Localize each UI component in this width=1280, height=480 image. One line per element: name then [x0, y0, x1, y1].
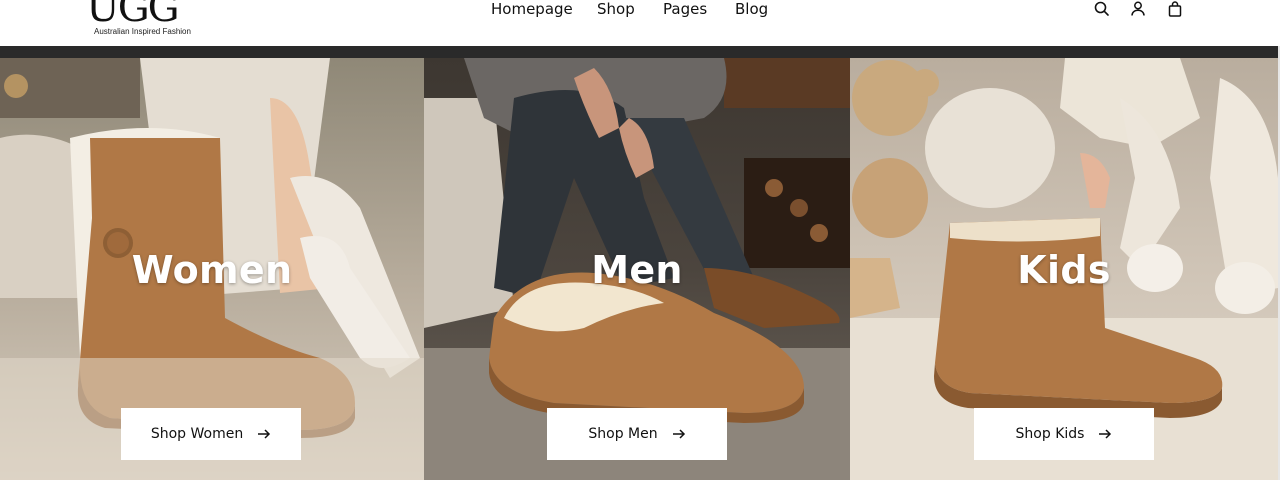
nav-item-shop[interactable]: Shop [597, 0, 635, 19]
header-divider [0, 46, 1280, 58]
nav-item-homepage[interactable]: Homepage [491, 0, 573, 19]
shop-kids-button[interactable]: Shop Kids [974, 408, 1154, 460]
site-header: UGG Australian Inspired Fashion Homepage… [0, 0, 1280, 46]
nav-item-blog[interactable]: Blog [735, 0, 768, 19]
shop-women-button[interactable]: Shop Women [121, 408, 301, 460]
logo-tagline: Australian Inspired Fashion [94, 27, 191, 36]
shop-men-button[interactable]: Shop Men [547, 408, 727, 460]
main-nav: Homepage Shop Pages Blog [0, 0, 1280, 20]
shop-women-label: Shop Women [150, 426, 244, 442]
arrow-right-icon [1098, 428, 1112, 440]
category-card-women[interactable]: Women Shop Women [0, 58, 424, 480]
nav-item-pages[interactable]: Pages [663, 0, 707, 19]
category-card-kids[interactable]: Kids Shop Kids [850, 58, 1278, 480]
category-card-men[interactable]: Men Shop Men [424, 58, 850, 480]
shopping-bag-icon[interactable] [1166, 0, 1184, 18]
arrow-right-icon [257, 428, 271, 440]
category-title-men: Men [591, 248, 683, 292]
search-icon[interactable] [1093, 0, 1111, 18]
arrow-right-icon [672, 428, 686, 440]
category-title-kids: Kids [1017, 248, 1111, 292]
shop-kids-label: Shop Kids [1015, 426, 1085, 442]
category-title-women: Women [131, 248, 293, 292]
user-icon[interactable] [1129, 0, 1147, 18]
shop-men-label: Shop Men [588, 426, 658, 442]
